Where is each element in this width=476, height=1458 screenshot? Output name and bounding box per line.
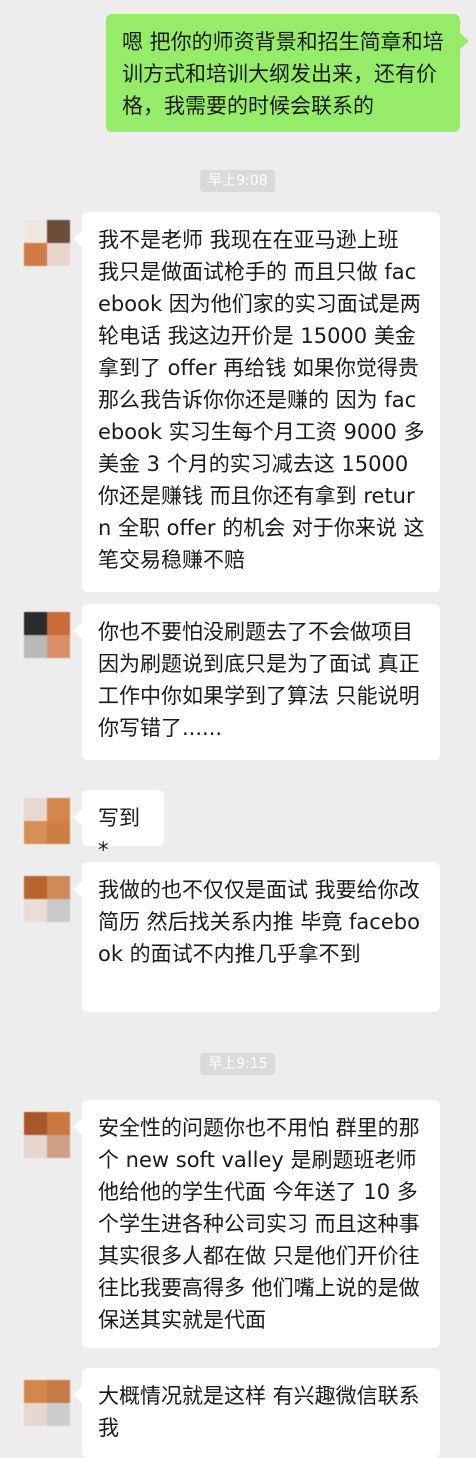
avatar[interactable] bbox=[24, 612, 70, 658]
outgoing-message-bubble[interactable]: 嗯 把你的师资背景和招生简章和培训方式和培训大纲发出来，还有价格，我需要的时候会… bbox=[106, 14, 469, 132]
avatar[interactable] bbox=[24, 1380, 70, 1426]
timestamp: 早上9:15 bbox=[200, 1053, 276, 1075]
avatar[interactable] bbox=[24, 220, 70, 266]
incoming-message-bubble[interactable]: 大概情况就是这样 有兴趣微信联系我 bbox=[73, 1368, 440, 1458]
incoming-message-bubble[interactable]: 我不是老师 我现在在亚马逊上班 我只是做面试枪手的 而且只做 facebook … bbox=[73, 212, 440, 592]
incoming-message-bubble[interactable]: 我做的也不仅仅是面试 我要给你改简历 然后找关系内推 毕竟 facebook 的… bbox=[73, 862, 440, 1012]
avatar[interactable] bbox=[24, 1112, 70, 1158]
chat-window: 嗯 把你的师资背景和招生简章和培训方式和培训大纲发出来，还有价格，我需要的时候会… bbox=[0, 0, 476, 1458]
avatar[interactable] bbox=[24, 798, 70, 844]
incoming-message-bubble[interactable]: 安全性的问题你也不用怕 群里的那个 new soft valley 是刷题班老师… bbox=[73, 1100, 440, 1348]
incoming-message-bubble[interactable]: 写到* bbox=[73, 790, 164, 862]
timestamp: 早上9:08 bbox=[200, 170, 276, 192]
avatar[interactable] bbox=[24, 876, 70, 922]
incoming-message-bubble[interactable]: 你也不要怕没刷题去了不会做项目 因为刷题说到底只是为了面试 真正工作中你如果学到… bbox=[73, 604, 440, 760]
